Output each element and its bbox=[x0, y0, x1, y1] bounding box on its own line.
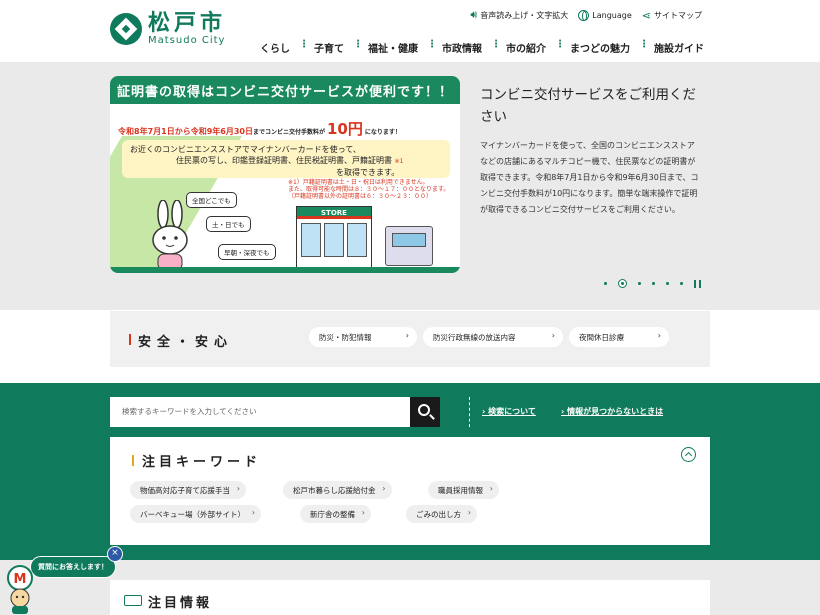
banner-period: 令和8年7月1日から令和9年6月30日までコンビニ交付手数料が 10円 になります！ bbox=[118, 120, 401, 138]
search-help-link[interactable]: › 検索について bbox=[482, 406, 536, 417]
site-header: 松戸市 Matsudo City 🔊︎ 音声読み上げ・文字拡大 Language… bbox=[0, 0, 820, 62]
globe-icon bbox=[578, 9, 590, 21]
svg-text:M: M bbox=[14, 572, 27, 587]
bubble-latenight: 早朝・深夜でも bbox=[218, 244, 276, 260]
logo-en: Matsudo City bbox=[148, 35, 226, 46]
search-section: 検索するキーワードを入力してください › 検索について › 情報が見つからないと… bbox=[0, 383, 820, 560]
carousel-dots bbox=[604, 279, 701, 288]
banner-note: ※1）戸籍証明書は土・日・祝日は利用できません。 また、取得可能な時間は８：３０… bbox=[288, 179, 450, 200]
safety-title: 安全・安心 bbox=[128, 331, 233, 350]
search-input[interactable]: 検索するキーワードを入力してください bbox=[110, 397, 410, 427]
keyword-chip[interactable]: ごみの出し方 › bbox=[406, 505, 477, 523]
chatbot-bubble[interactable]: 質問にお答えします！ bbox=[30, 556, 116, 578]
keyword-chip[interactable]: 松戸市暮らし応援給付金 › bbox=[283, 481, 392, 499]
sitemap-link[interactable]: ⋖ サイトマップ bbox=[642, 9, 702, 22]
site-logo[interactable]: 松戸市 Matsudo City bbox=[110, 12, 226, 46]
close-icon[interactable]: × bbox=[107, 546, 123, 562]
chevron-right-icon: › bbox=[382, 484, 386, 493]
chatbot-mascot-icon[interactable]: M bbox=[2, 564, 38, 614]
hero-body: マイナンバーカードを使って、全国のコンビニエンスストアなどの店舗にあるマルチコピ… bbox=[480, 141, 699, 214]
banner-title: 証明書の取得はコンビニ交付サービスが便利です！！ bbox=[110, 76, 460, 104]
nav-kurashi[interactable]: くらし bbox=[248, 40, 302, 55]
slide-dot-6[interactable] bbox=[680, 282, 683, 285]
chevron-right-icon: › bbox=[467, 508, 471, 517]
not-found-link[interactable]: › 情報が見つからないときは bbox=[561, 406, 663, 417]
nav-miryoku[interactable]: まつどの魅力 bbox=[555, 39, 642, 55]
keywords-title: 注目キーワード bbox=[131, 451, 261, 470]
hero-carousel: 証明書の取得はコンビニ交付サービスが便利です！！ 令和8年7月1日から令和9年6… bbox=[0, 62, 820, 310]
slide-dot-3[interactable] bbox=[638, 282, 641, 285]
keyword-chip[interactable]: 新庁舎の整備 › bbox=[300, 505, 371, 523]
global-nav: くらし 子育て 福祉・健康 市政情報 市の紹介 まつどの魅力 施設ガイド bbox=[248, 39, 716, 55]
keyword-chip[interactable]: 職員採用情報 › bbox=[428, 481, 499, 499]
chevron-right-icon: › bbox=[251, 508, 255, 517]
notice-title: 注目情報 bbox=[148, 596, 213, 611]
safety-section: 安全・安心 防災・防犯情報 › 防災行政無線の放送内容 › 夜間休日診療 › bbox=[110, 311, 710, 367]
city-emblem-icon bbox=[110, 13, 142, 45]
chevron-right-icon: › bbox=[236, 484, 240, 493]
multi-copy-machine-icon bbox=[385, 226, 433, 266]
slide-dot-2[interactable] bbox=[618, 279, 627, 288]
slide-dot-4[interactable] bbox=[652, 282, 655, 285]
hero-title[interactable]: コンビニ交付サービスをご利用ください bbox=[480, 84, 702, 128]
banner-description: お近くのコンビニエンスストアでマイナンバーカードを使って、 住民票の写し、印鑑登… bbox=[122, 140, 450, 178]
speaker-icon: 🔊︎ bbox=[470, 8, 478, 21]
nav-shokai[interactable]: 市の紹介 bbox=[491, 39, 558, 55]
hero-text: コンビニ交付サービスをご利用ください マイナンバーカードを使って、全国のコンビニ… bbox=[480, 84, 702, 218]
share-icon: ⋖ bbox=[641, 8, 651, 22]
chevron-right-icon: › bbox=[405, 331, 409, 340]
safety-link-broadcast[interactable]: 防災行政無線の放送内容 › bbox=[423, 327, 563, 347]
slide-dot-5[interactable] bbox=[666, 282, 669, 285]
convenience-store-icon: STORE bbox=[296, 206, 372, 268]
logo-jp: 松戸市 bbox=[148, 10, 227, 36]
nav-kosodate[interactable]: 子育て bbox=[299, 39, 356, 55]
nav-fukushi[interactable]: 福祉・健康 bbox=[353, 39, 430, 55]
pause-icon[interactable] bbox=[694, 279, 701, 288]
search-button[interactable] bbox=[410, 397, 440, 427]
slide-dot-1[interactable] bbox=[604, 282, 607, 285]
search-icon bbox=[418, 404, 430, 416]
chevron-right-icon: › bbox=[489, 484, 493, 493]
collapse-toggle-icon[interactable] bbox=[681, 447, 696, 462]
keyword-chip[interactable]: 物価高対応子育て応援手当 › bbox=[130, 481, 246, 499]
notice-icon bbox=[124, 595, 142, 606]
hero-banner[interactable]: 証明書の取得はコンビニ交付サービスが便利です！！ 令和8年7月1日から令和9年6… bbox=[110, 76, 460, 273]
keywords-panel: 注目キーワード 物価高対応子育て応援手当 › 松戸市暮らし応援給付金 › 職員採用情… bbox=[110, 437, 710, 545]
read-aloud-link[interactable]: 🔊︎ 音声読み上げ・文字拡大 bbox=[470, 8, 568, 22]
nav-shisei[interactable]: 市政情報 bbox=[427, 39, 494, 55]
nav-shisetsu[interactable]: 施設ガイド bbox=[639, 39, 716, 55]
bubble-nationwide: 全国どこでも bbox=[186, 192, 237, 208]
keyword-chip[interactable]: バーベキュー場（外部サイト） › bbox=[130, 505, 261, 523]
language-link[interactable]: Language bbox=[578, 9, 632, 21]
utility-links: 🔊︎ 音声読み上げ・文字拡大 Language ⋖ サイトマップ bbox=[470, 8, 702, 22]
chevron-right-icon: › bbox=[551, 331, 555, 340]
chevron-right-icon: › bbox=[361, 508, 365, 517]
rabbit-mascot-icon bbox=[152, 200, 188, 271]
safety-link-disaster[interactable]: 防災・防犯情報 › bbox=[309, 327, 417, 347]
bubble-weekend: 土・日でも bbox=[206, 216, 251, 232]
notice-section: 注目情報 bbox=[110, 580, 710, 615]
chevron-right-icon: › bbox=[657, 331, 661, 340]
safety-link-clinic[interactable]: 夜間休日診療 › bbox=[569, 327, 669, 347]
